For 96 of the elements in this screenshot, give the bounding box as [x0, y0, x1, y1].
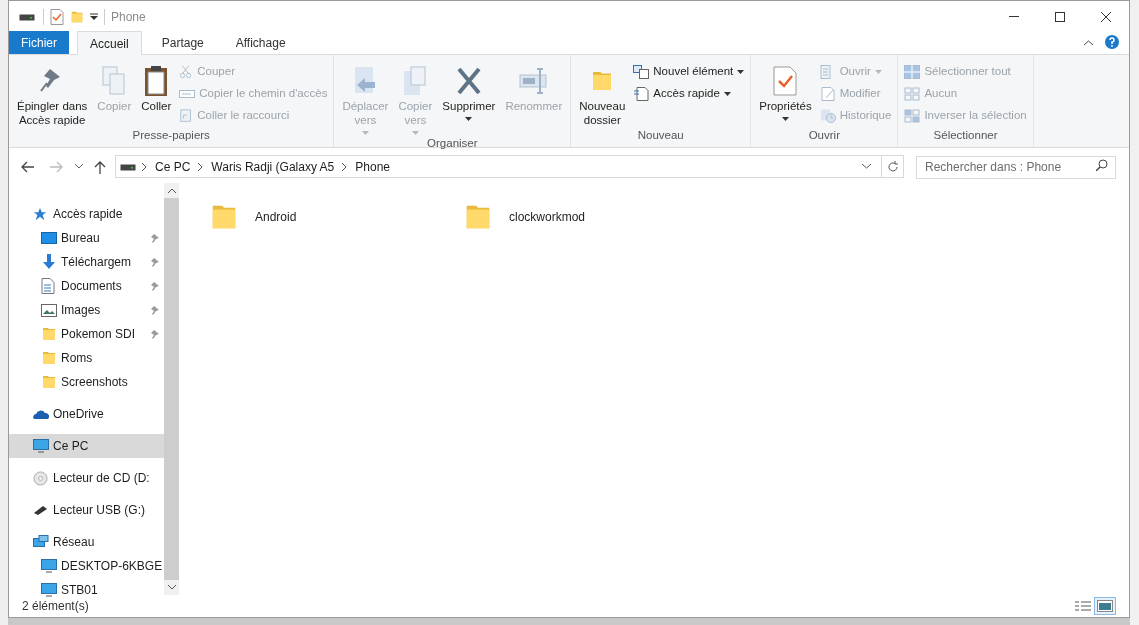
network-icon [33, 535, 49, 549]
left-arrow-icon [21, 160, 35, 173]
caret-icon [874, 70, 882, 74]
folder-item[interactable]: clockworkmod [463, 196, 717, 238]
folder-item[interactable]: Android [209, 196, 463, 238]
breadcrumb[interactable]: Ce PC [153, 157, 193, 176]
chevron-right-icon [142, 162, 147, 171]
properties-check-icon [771, 65, 800, 97]
address-bar[interactable]: Ce PC Waris Radji (Galaxy A5 Phone [115, 155, 882, 178]
desktop-icon [41, 232, 57, 244]
cloud-icon [33, 408, 49, 420]
caret-icon [361, 131, 369, 135]
rename-icon [517, 65, 550, 97]
folder-icon [41, 350, 57, 366]
customize-caret-icon [90, 12, 98, 21]
chevron-down-icon [167, 585, 176, 590]
disc-icon [33, 470, 48, 486]
nav-item[interactable]: Bureau [9, 226, 164, 250]
caret-icon [723, 92, 731, 96]
nav-item[interactable]: Pokemon SDI [9, 322, 164, 346]
picture-icon [41, 303, 57, 317]
caret-icon [465, 117, 473, 121]
grid-icon [904, 109, 921, 123]
usb-stick-icon [33, 505, 49, 515]
ribbon-button[interactable]: Nouvel élément [631, 63, 747, 81]
new-item-icon [633, 65, 650, 79]
folder-icon [41, 374, 57, 390]
down-arrow-icon [41, 254, 57, 270]
shortcut-icon [179, 109, 194, 123]
chevron-up-icon [167, 188, 176, 193]
ribbon-group-label: Nouveau [637, 128, 684, 143]
nav-item[interactable]: OneDrive [9, 402, 164, 426]
ribbon-button[interactable]: Supprimer [438, 59, 500, 135]
star-icon [33, 207, 47, 221]
scissors-icon [179, 65, 194, 79]
history-icon [819, 109, 836, 123]
details-view-icon [1075, 601, 1091, 611]
ribbon-button[interactable]: Épingler dans Accès rapide [13, 59, 92, 127]
nav-item[interactable]: Lecteur USB (G:) [9, 498, 164, 522]
up-arrow-icon [94, 159, 106, 174]
path-icon [179, 88, 196, 100]
monitor-icon [41, 583, 57, 597]
nav-item[interactable]: Roms [9, 346, 164, 370]
monitor-icon [41, 559, 57, 573]
search-icon [1096, 159, 1108, 172]
view-button[interactable] [1094, 597, 1116, 615]
breadcrumb[interactable]: Phone [353, 157, 392, 176]
nav-item[interactable]: Téléchargem [9, 250, 164, 274]
ribbon-tab[interactable]: Accueil [77, 31, 142, 55]
right-arrow-icon [49, 160, 63, 173]
chevron-right-icon [342, 162, 348, 171]
refresh-button[interactable] [882, 155, 904, 178]
caret-icon [737, 70, 745, 74]
nav-item[interactable]: Ce PC [9, 434, 164, 458]
maximize-icon [1055, 11, 1065, 22]
chevron-right-icon [198, 162, 204, 171]
search-field[interactable]: Rechercher dans : Phone [916, 155, 1116, 179]
grid-icon [904, 65, 921, 79]
collapse-ribbon-icon [1084, 40, 1093, 46]
window-title: Phone [111, 8, 146, 26]
page-icon [633, 87, 650, 101]
help-icon [1105, 35, 1119, 49]
nav-item[interactable]: Documents [9, 274, 164, 298]
nav-item[interactable]: Images [9, 298, 164, 322]
breadcrumb[interactable]: Waris Radji (Galaxy A5 [209, 157, 337, 176]
properties-check-icon [50, 8, 64, 25]
ribbon-tab[interactable]: Affichage [223, 31, 298, 54]
caret-icon [411, 131, 419, 135]
nav-item[interactable]: Accès rapide [9, 202, 164, 226]
ribbon-button[interactable]: Accès rapide [631, 85, 747, 103]
ribbon-group-label: Ouvrir [808, 127, 840, 143]
nav-item[interactable]: Screenshots [9, 370, 164, 394]
ribbon-tab[interactable]: Partage [149, 31, 216, 54]
chevron-down-icon [862, 164, 871, 169]
chevron-down-icon [75, 164, 83, 169]
ribbon-button[interactable]: Nouveau dossier [575, 59, 630, 127]
close-icon [1101, 11, 1111, 22]
grid-icon [904, 87, 921, 101]
minimize-icon [1009, 16, 1019, 17]
large-icons-view-icon [1097, 600, 1113, 612]
nav-item[interactable]: DESKTOP-6KBGE [9, 554, 164, 578]
folder-icon [41, 326, 57, 342]
ribbon-button[interactable]: Propriétés [755, 59, 816, 127]
edit-page-icon [819, 87, 836, 101]
ribbon-group-label: Presse-papiers [132, 128, 210, 143]
nav-item[interactable]: Lecteur de CD (D: [9, 466, 164, 490]
caret-icon [781, 117, 789, 121]
nav-item[interactable]: Réseau [9, 530, 164, 554]
monitor-icon [33, 439, 49, 453]
ribbon-group-label: Organiser [427, 136, 478, 151]
ribbon-group-label: Sélectionner [933, 127, 998, 143]
scrollbar[interactable] [164, 183, 179, 595]
ribbon-button[interactable]: Coller [137, 59, 176, 127]
document-icon [41, 278, 55, 294]
ribbon-tab[interactable]: Fichier [9, 31, 69, 54]
refresh-icon [886, 160, 899, 173]
